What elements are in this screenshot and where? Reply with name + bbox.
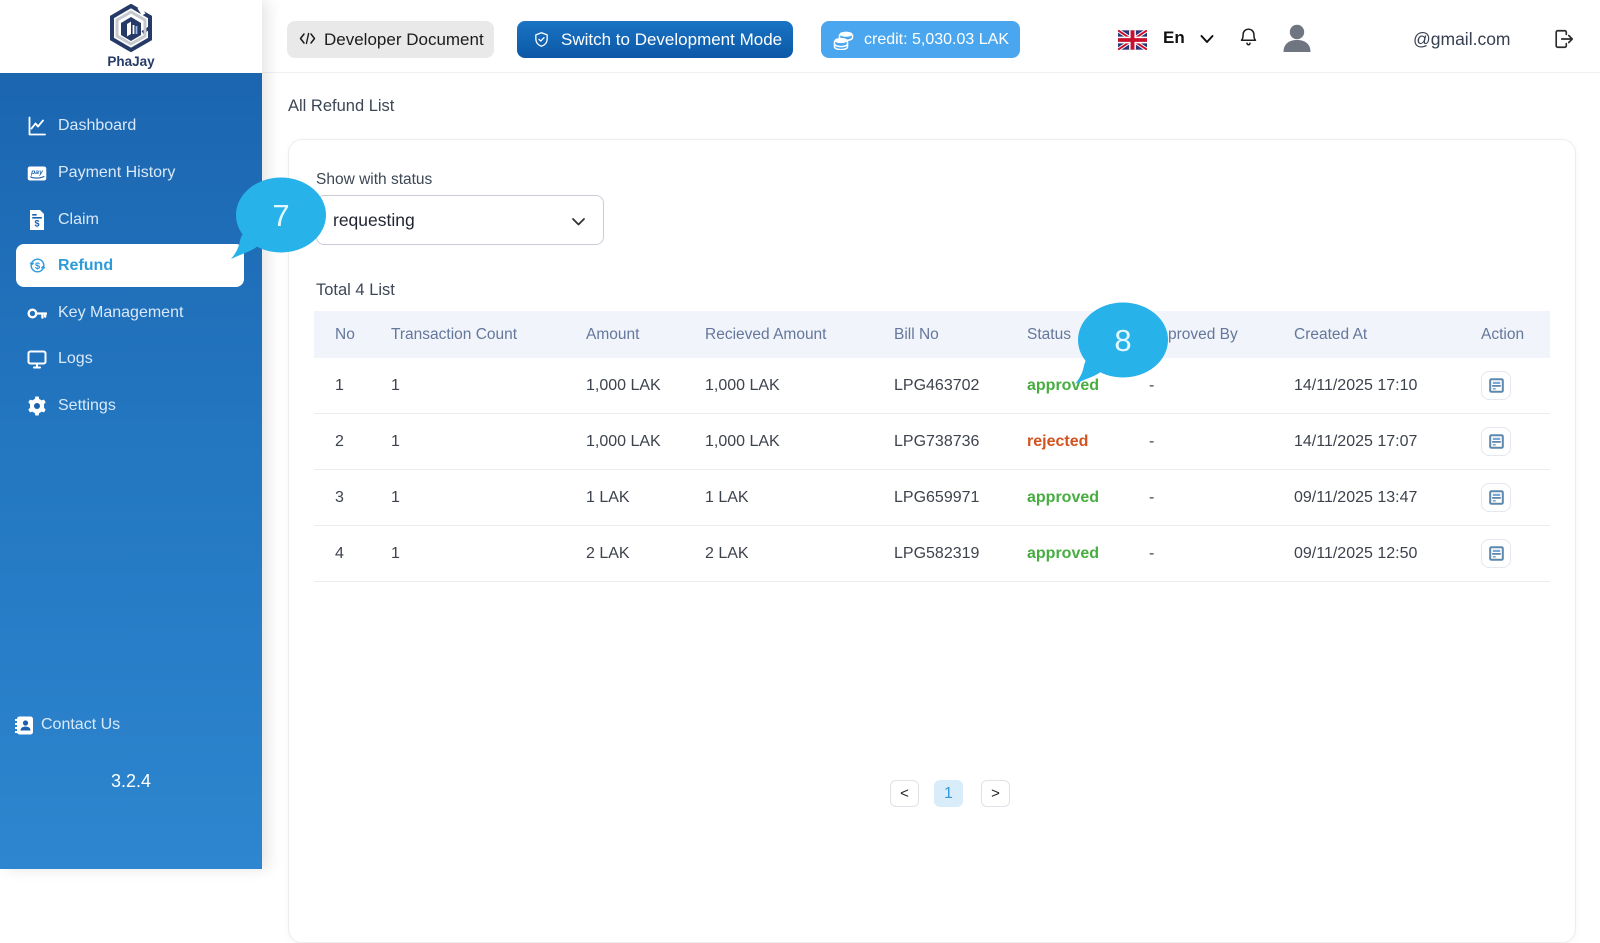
svg-text:$: $ [34,219,39,229]
svg-text:PhaJay: PhaJay [107,54,155,69]
svg-text:$: $ [34,261,40,272]
svg-text:pay: pay [30,168,44,175]
